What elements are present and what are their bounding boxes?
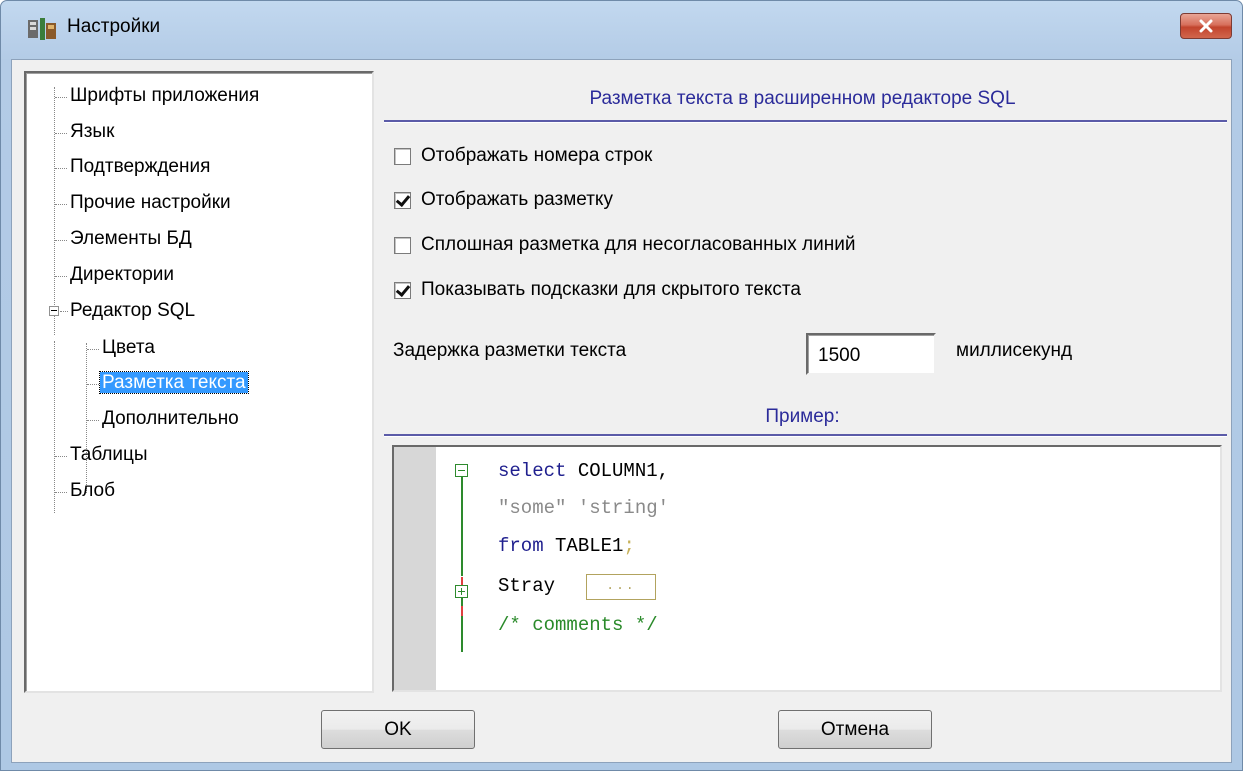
- tree-item-advanced[interactable]: Дополнительно: [100, 406, 241, 432]
- code-line: select COLUMN1,: [498, 460, 670, 482]
- checkbox-box[interactable]: [394, 147, 411, 165]
- heading-divider: [384, 120, 1227, 123]
- close-icon: [1199, 19, 1213, 33]
- tree-item-colors[interactable]: Цвета: [100, 335, 157, 361]
- close-button[interactable]: [1180, 13, 1232, 39]
- tree-item-confirmations[interactable]: Подтверждения: [68, 154, 212, 180]
- fold-expand-icon[interactable]: [455, 585, 468, 598]
- tree-item-other-settings[interactable]: Прочие настройки: [68, 190, 233, 216]
- tree-item-fonts[interactable]: Шрифты приложения: [68, 83, 261, 109]
- settings-window: Настройки Шрифты приложения Язык Подтвер…: [0, 0, 1243, 771]
- fold-line: [461, 480, 463, 576]
- ok-button[interactable]: OK: [321, 710, 475, 749]
- show-markup-checkbox[interactable]: Отображать разметку: [394, 189, 613, 211]
- tree-item-tables[interactable]: Таблицы: [68, 442, 150, 468]
- checkbox-box[interactable]: [394, 281, 411, 299]
- title-bar[interactable]: Настройки: [1, 1, 1242, 53]
- example-heading: Пример:: [765, 406, 840, 427]
- tree-item-text-markup[interactable]: Разметка текста: [99, 370, 249, 396]
- app-settings-icon: [28, 18, 56, 40]
- markup-delay-input[interactable]: 1500: [806, 333, 936, 375]
- example-divider: [384, 434, 1227, 437]
- panel-heading: Разметка текста в расширенном редакторе …: [589, 88, 1016, 109]
- checkbox-box[interactable]: [394, 236, 411, 254]
- show-line-numbers-checkbox[interactable]: Отображать номера строк: [394, 145, 652, 167]
- collapse-toggle-icon[interactable]: [49, 306, 59, 316]
- hidden-text-box[interactable]: ...: [586, 574, 656, 600]
- preview-gutter: [394, 447, 436, 690]
- tree-item-language[interactable]: Язык: [68, 119, 116, 145]
- code-line: Stray: [498, 575, 567, 597]
- fold-line: [461, 592, 463, 652]
- tree-item-sql-editor[interactable]: Редактор SQL: [68, 298, 197, 324]
- code-line: from TABLE1;: [498, 535, 635, 557]
- mismatch-marker: [461, 606, 463, 616]
- code-line: "some" 'string': [498, 497, 670, 519]
- dialog-body: Шрифты приложения Язык Подтверждения Про…: [11, 59, 1232, 763]
- delay-unit-label: миллисекунд: [956, 340, 1073, 361]
- settings-panel: Разметка текста в расширенном редакторе …: [376, 70, 1229, 694]
- settings-tree[interactable]: Шрифты приложения Язык Подтверждения Про…: [24, 71, 374, 693]
- tree-item-db-elements[interactable]: Элементы БД: [68, 226, 194, 252]
- tree-guide-line: [54, 87, 55, 335]
- checkbox-box[interactable]: [394, 191, 411, 209]
- show-hidden-text-hints-checkbox[interactable]: Показывать подсказки для скрытого текста: [394, 279, 801, 301]
- tree-guide-line: [54, 341, 55, 513]
- tree-item-directories[interactable]: Директории: [68, 262, 176, 288]
- code-line: /* comments */: [498, 614, 658, 636]
- tree-item-blob[interactable]: Блоб: [68, 478, 117, 504]
- window-title: Настройки: [67, 16, 161, 37]
- fold-collapse-icon[interactable]: [455, 464, 468, 477]
- cancel-button[interactable]: Отмена: [778, 710, 932, 749]
- solid-markup-checkbox[interactable]: Сплошная разметка для несогласованных ли…: [394, 234, 855, 256]
- sql-preview: select COLUMN1, "some" 'string' from TAB…: [392, 445, 1222, 692]
- markup-delay-label: Задержка разметки текста: [393, 340, 627, 361]
- tree-guide-line: [86, 343, 87, 493]
